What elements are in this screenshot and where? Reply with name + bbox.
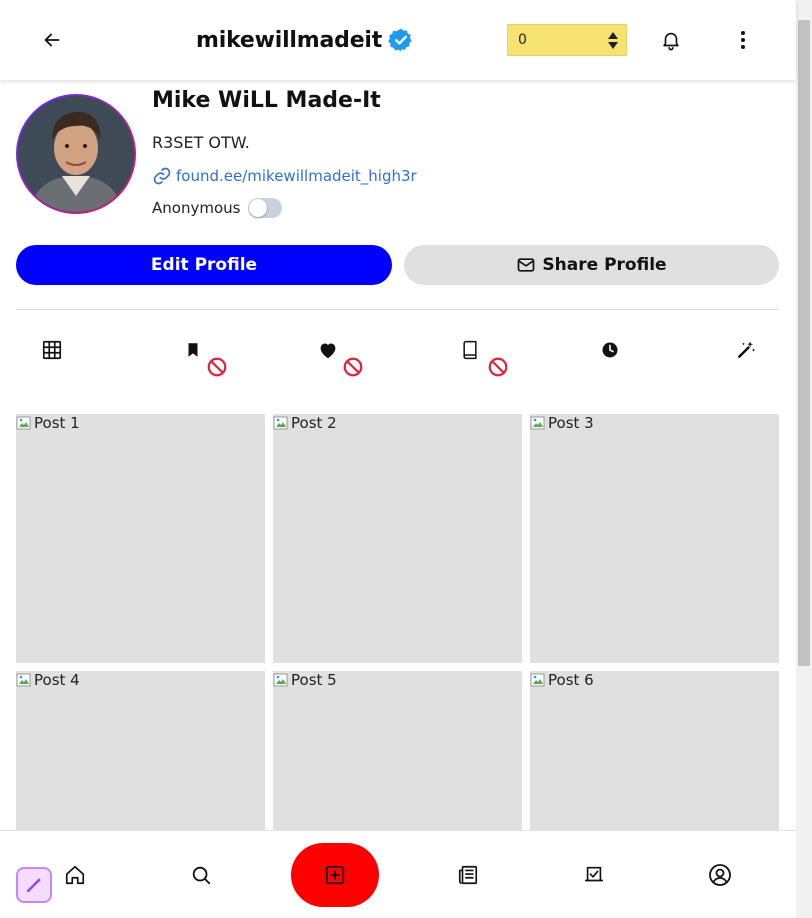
scrollbar[interactable] (796, 0, 812, 918)
more-options-button[interactable] (728, 24, 758, 56)
increment-arrow-icon[interactable] (608, 31, 618, 39)
bio-text: R3SET OTW. (152, 133, 250, 152)
profile-icon (709, 864, 731, 886)
create-icon (325, 865, 345, 885)
username: mikewillmadeit (196, 27, 383, 53)
home-icon (65, 865, 85, 885)
post-alt: Post 1 (16, 414, 80, 432)
profile-link[interactable]: found.ee/mikewillmadeit_high3r (152, 166, 417, 186)
grid-icon (42, 340, 62, 360)
share-profile-button[interactable]: Share Profile (404, 245, 779, 285)
stepper-value[interactable]: 0 (508, 32, 600, 48)
nav-news[interactable] (456, 863, 480, 887)
display-name: Mike WiLL Made-It (152, 88, 381, 113)
scrollbar-thumb[interactable] (798, 20, 810, 666)
broken-image-icon (273, 673, 288, 687)
post-alt-text: Post 1 (34, 414, 80, 432)
back-button[interactable] (36, 24, 68, 56)
post-alt: Post 3 (530, 414, 594, 432)
create-button[interactable] (291, 843, 379, 907)
link-icon (153, 167, 171, 185)
share-profile-label: Share Profile (542, 255, 667, 275)
toggle-knob[interactable] (249, 199, 268, 217)
bell-icon (663, 32, 679, 51)
profile-link-text[interactable]: found.ee/mikewillmadeit_high3r (176, 167, 417, 185)
magic-wand-icon (738, 341, 756, 358)
bookmark-icon (188, 343, 198, 357)
top-bar: mikewillmadeit 0 (0, 0, 796, 80)
clock-icon (602, 342, 618, 358)
decrement-arrow-icon[interactable] (608, 41, 618, 49)
nav-home[interactable] (63, 863, 87, 887)
avatar[interactable] (16, 94, 136, 214)
stepper-arrows[interactable] (600, 25, 626, 55)
blocked-icon (207, 357, 227, 377)
mail-icon (518, 258, 535, 272)
news-icon (458, 865, 478, 885)
post-alt-text: Post 2 (291, 414, 337, 432)
broken-image-icon (530, 416, 545, 430)
tab-stories[interactable] (458, 338, 482, 362)
tab-liked[interactable] (316, 338, 340, 362)
tab-history[interactable] (598, 338, 622, 362)
profile-page: mikewillmadeit 0 Mike WiLL Made-It R3SET… (0, 0, 812, 918)
post-alt: Post 6 (530, 671, 594, 689)
notifications-button[interactable] (656, 24, 686, 56)
bottom-nav (0, 830, 796, 918)
post-alt-text: Post 5 (291, 671, 337, 689)
edit-profile-button[interactable]: Edit Profile (16, 245, 392, 285)
post-alt: Post 5 (273, 671, 337, 689)
post-alt: Post 4 (16, 671, 80, 689)
magic-button[interactable] (16, 867, 52, 903)
tab-saved[interactable] (181, 338, 205, 362)
tab-magic[interactable] (734, 338, 758, 362)
blocked-icon (488, 357, 508, 377)
post-thumbnail[interactable]: Post 2 (273, 414, 522, 663)
divider (16, 309, 779, 310)
nav-profile[interactable] (708, 863, 732, 887)
broken-image-icon (273, 416, 288, 430)
tab-grid[interactable] (40, 338, 64, 362)
task-icon (584, 866, 604, 882)
avatar-photo (18, 96, 134, 212)
heart-icon (320, 343, 336, 359)
anonymous-row: Anonymous (152, 198, 283, 218)
nav-search[interactable] (189, 863, 213, 887)
verified-badge-icon (388, 27, 414, 53)
coin-stepper[interactable]: 0 (507, 24, 627, 56)
post-thumbnail[interactable]: Post 3 (530, 414, 779, 663)
broken-image-icon (16, 673, 31, 687)
anonymous-toggle[interactable] (248, 198, 283, 218)
magic-wand-icon (26, 878, 41, 893)
nav-tasks[interactable] (582, 863, 606, 887)
broken-image-icon (530, 673, 545, 687)
post-alt-text: Post 3 (548, 414, 594, 432)
blocked-icon (343, 357, 363, 377)
broken-image-icon (16, 416, 31, 430)
post-alt: Post 2 (273, 414, 337, 432)
content-tabs (16, 330, 779, 380)
book-icon (463, 340, 477, 360)
post-alt-text: Post 4 (34, 671, 80, 689)
username-title: mikewillmadeit (196, 24, 414, 56)
search-icon (192, 866, 211, 885)
arrow-left-icon (44, 33, 60, 47)
more-vertical-icon (741, 31, 745, 49)
post-thumbnail[interactable]: Post 1 (16, 414, 265, 663)
post-alt-text: Post 6 (548, 671, 594, 689)
edit-profile-label: Edit Profile (150, 255, 258, 275)
anonymous-label: Anonymous (152, 199, 241, 217)
